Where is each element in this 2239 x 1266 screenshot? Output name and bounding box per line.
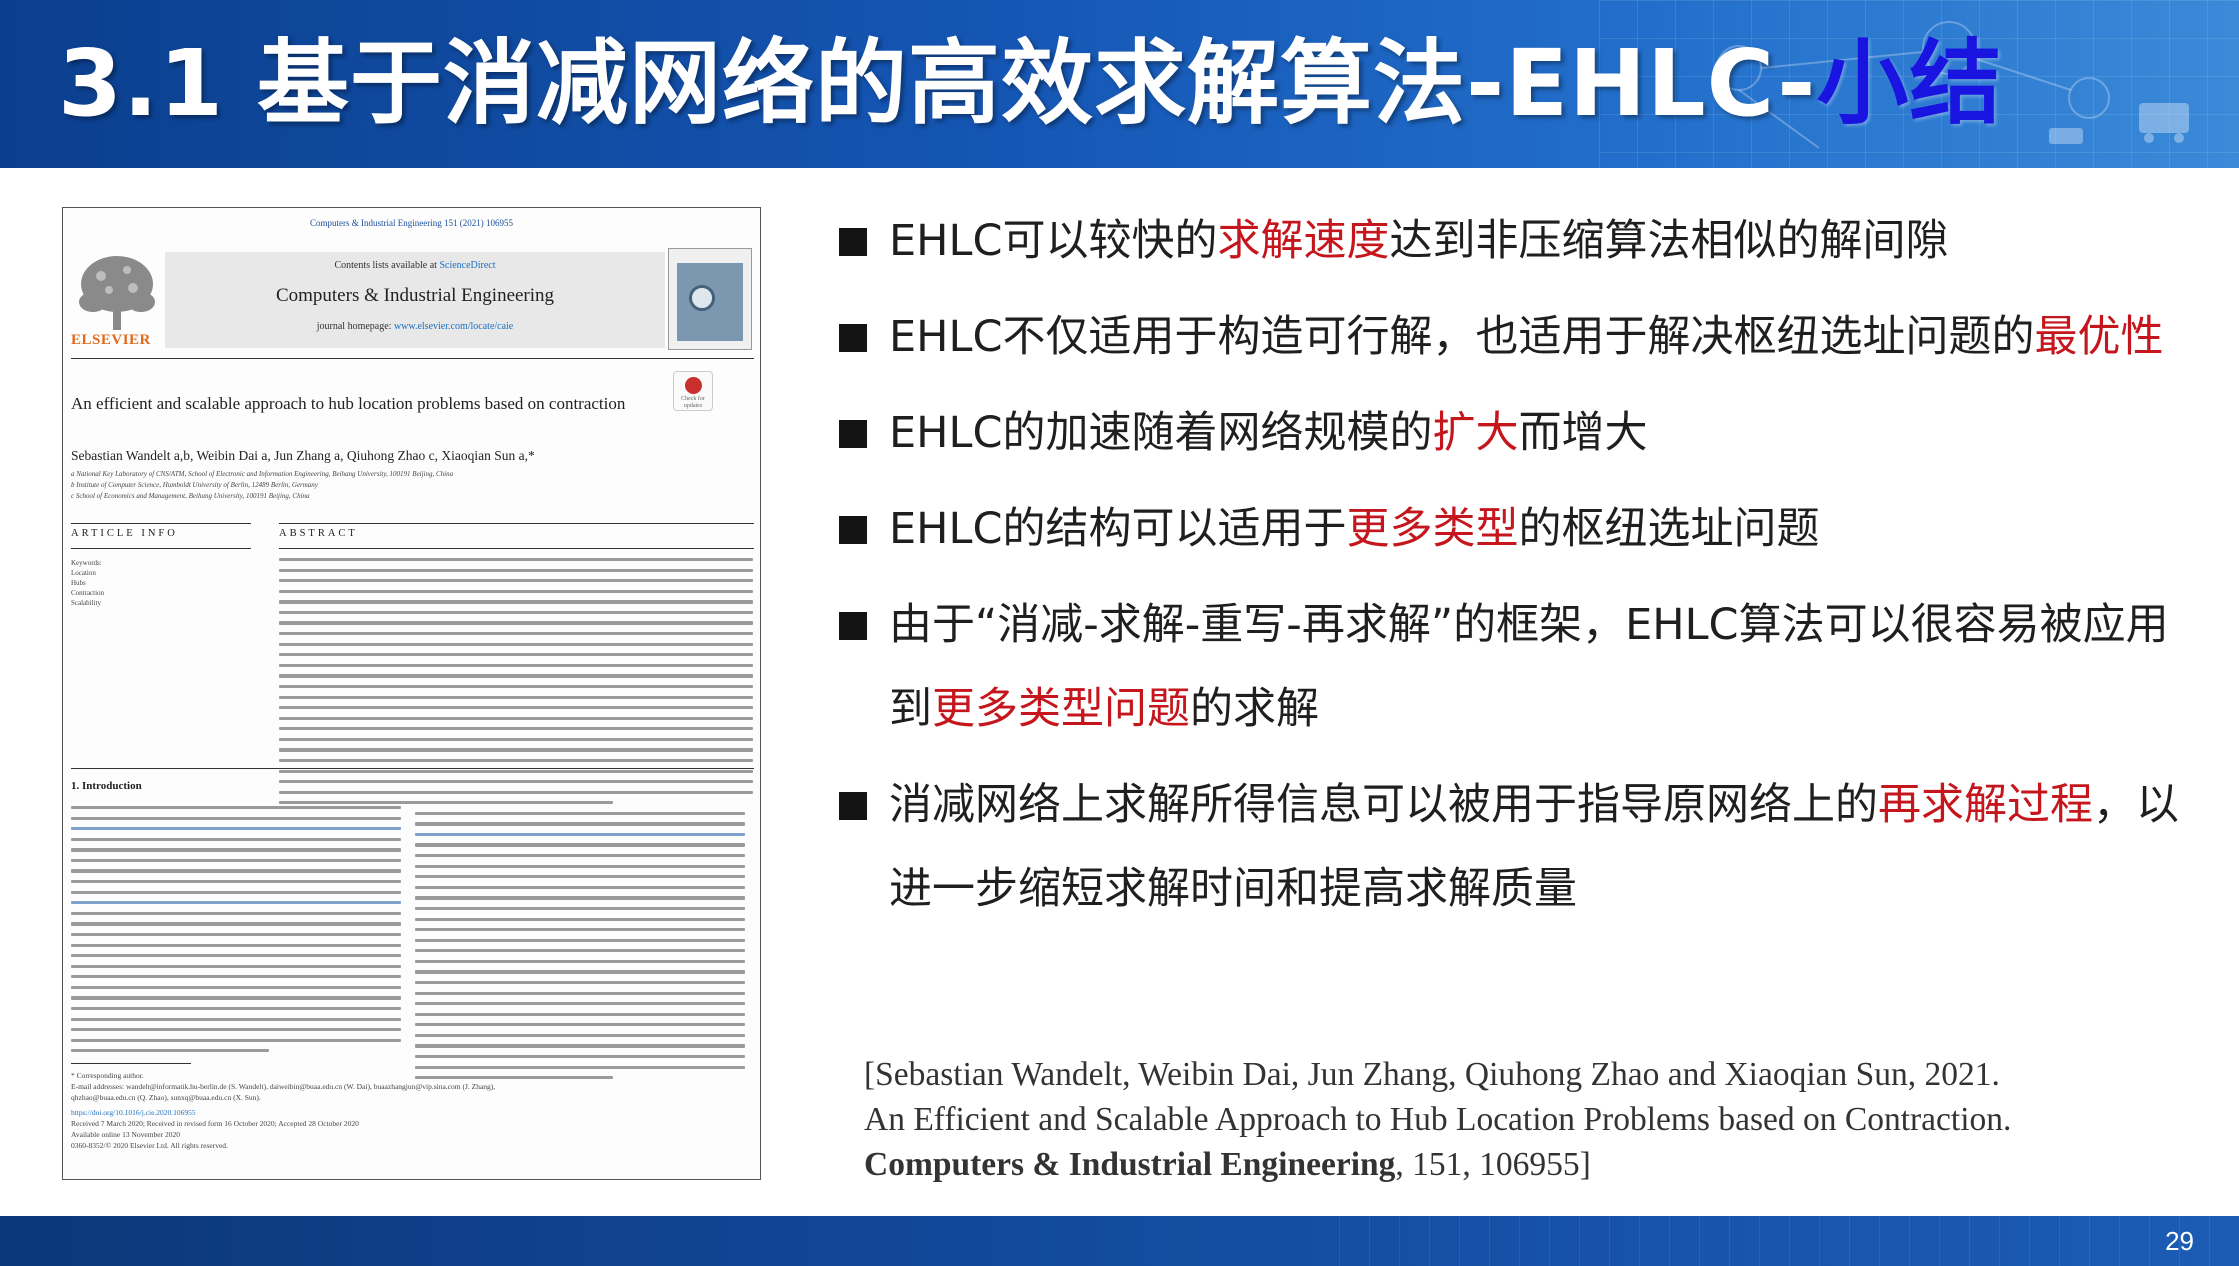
paper-first-page-thumbnail: Computers & Industrial Engineering 151 (… — [62, 207, 761, 1180]
slide-footer — [0, 1216, 2239, 1266]
homepage-line: journal homepage: www.elsevier.com/locat… — [316, 321, 514, 332]
bullet-item: EHLC的加速随着网络规模的扩大而增大 — [837, 391, 2207, 475]
bullet-item: EHLC可以较快的求解速度达到非压缩算法相似的解间隙 — [837, 199, 2207, 283]
abstract-rule — [279, 523, 754, 524]
page-title: 3.1 基于消减网络的高效求解算法-EHLC-小结 — [58, 14, 2002, 154]
paper-authors: Sebastian Wandelt a,b, Weibin Dai a, Jun… — [71, 448, 535, 463]
slide-header: 3.1 基于消减网络的高效求解算法-EHLC-小结 — [0, 0, 2239, 168]
citation-line-3: Computers & Industrial Engineering, 151,… — [864, 1146, 1591, 1183]
paper-title: An efficient and scalable approach to hu… — [71, 394, 626, 413]
bullet-text: EHLC的加速随着网络规模的 — [889, 408, 1433, 458]
contents-line: Contents lists available at ScienceDirec… — [334, 260, 496, 271]
affiliation-b: b Institute of Computer Science, Humbold… — [71, 481, 318, 489]
bullet-text: 消减网络上求解所得信息可以被用于指导原网络上的 — [889, 780, 1878, 830]
bullet-item: EHLC不仅适用于构造可行解，也适用于解决枢纽选址问题的最优性 — [837, 295, 2207, 379]
intro-column-right — [415, 780, 745, 1087]
reference-citation: [Sebastian Wandelt, Weibin Dai, Jun Zhan… — [864, 1052, 2204, 1187]
journal-masthead: Contents lists available at ScienceDirec… — [165, 252, 665, 348]
citation-journal: Computers & Industrial Engineering — [864, 1146, 1396, 1183]
affiliation-a: a National Key Laboratory of CNS/ATM, Sc… — [71, 470, 454, 478]
journal-cover-thumbnail — [668, 248, 752, 350]
citation-line-1: [Sebastian Wandelt, Weibin Dai, Jun Zhan… — [864, 1056, 2000, 1093]
bullet-highlight-text: 扩大 — [1432, 408, 1519, 458]
article-info-heading: ARTICLE INFO — [71, 528, 178, 539]
masthead-rule — [71, 358, 754, 359]
page-number: 29 — [2165, 1226, 2194, 1256]
paper-journal-citation: Computers & Industrial Engineering 151 (… — [310, 218, 513, 228]
citation-line-2: An Efficient and Scalable Approach to Hu… — [864, 1101, 2012, 1138]
summary-bullet-list: EHLC可以较快的求解速度达到非压缩算法相似的解间隙 EHLC不仅适用于构造可行解… — [837, 199, 2207, 931]
bullet-item: 由于“消减-求解-重写-再求解”的框架，EHLC算法可以很容易被应用到更多类型问… — [837, 583, 2207, 751]
publisher-name: ELSEVIER — [71, 332, 151, 348]
bullet-text: 的枢纽选址问题 — [1518, 504, 1820, 554]
bullet-text: EHLC的结构可以适用于 — [889, 504, 1347, 554]
bullet-text: EHLC不仅适用于构造可行解，也适用于解决枢纽选址问题的 — [889, 312, 2035, 362]
cover-circle-icon — [689, 285, 715, 311]
sciencedirect-link[interactable]: ScienceDirect — [439, 260, 495, 271]
introduction-heading: 1. Introduction — [71, 780, 142, 792]
intro-column-left — [71, 806, 401, 1060]
check-for-updates-badge[interactable]: Check for updates — [673, 371, 713, 411]
doi-link[interactable]: https://doi.org/10.1016/j.cie.2020.10695… — [71, 1107, 751, 1118]
article-info-rule — [71, 523, 251, 524]
bullet-text: EHLC可以较快的 — [889, 216, 1218, 266]
bullet-text: 的求解 — [1190, 684, 1319, 734]
journal-homepage-link[interactable]: www.elsevier.com/locate/caie — [394, 321, 513, 332]
abstract-body — [279, 558, 753, 812]
bullet-text: 达到非压缩算法相似的解间隙 — [1389, 216, 1949, 266]
journal-name: Computers & Industrial Engineering — [275, 285, 555, 306]
bullet-highlight-text: 再求解过程 — [1878, 780, 2093, 830]
bullet-item: EHLC的结构可以适用于更多类型的枢纽选址问题 — [837, 487, 2207, 571]
bullet-highlight-text: 更多类型问题 — [932, 684, 1190, 734]
paper-footnotes: * Corresponding author. E-mail addresses… — [71, 1070, 751, 1151]
keywords-list: Keywords: Location Hubs Contraction Scal… — [71, 559, 105, 607]
bullet-text: 而增大 — [1518, 408, 1648, 458]
title-accent-text: 小结 — [1816, 30, 2003, 137]
bullet-highlight-text: 更多类型 — [1346, 504, 1519, 554]
bullet-highlight-text: 求解速度 — [1217, 216, 1390, 266]
bullet-highlight-text: 最优性 — [2034, 312, 2164, 362]
title-main-text: 3.1 基于消减网络的高效求解算法-EHLC- — [58, 30, 1817, 137]
affiliation-c: c School of Economics and Management, Be… — [71, 492, 310, 500]
bullet-item: 消减网络上求解所得信息可以被用于指导原网络上的再求解过程，以进一步缩短求解时间和… — [837, 763, 2207, 931]
abstract-heading: ABSTRACT — [279, 528, 358, 539]
check-updates-icon — [685, 377, 702, 394]
